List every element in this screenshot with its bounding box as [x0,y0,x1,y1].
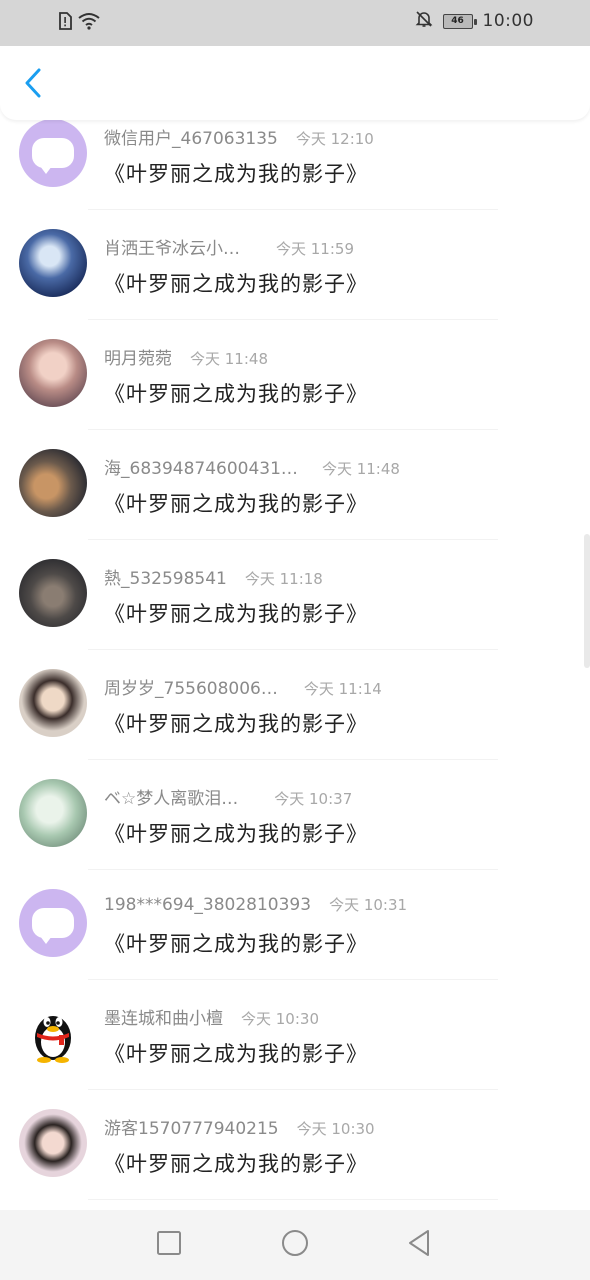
list-item[interactable]: 肖洒王爷冰云小… 今天 11:59 《叶罗丽之成为我的影子》 [0,210,590,320]
bell-off-icon [415,10,433,32]
status-left [58,12,100,34]
timestamp: 今天 12:10 [295,130,374,148]
comment-text: 《叶罗丽之成为我的影子》 [104,932,368,956]
comment-text: 《叶罗丽之成为我的影子》 [104,712,368,736]
comment-text: 《叶罗丽之成为我的影子》 [104,382,368,406]
comment-meta: 游客1570777940215 今天 10:30 [104,1114,375,1139]
list-item[interactable]: 海_68394874600431… 今天 11:48 《叶罗丽之成为我的影子》 [0,430,590,540]
back-icon [406,1229,432,1261]
user-name[interactable]: 198***694_3802810393 [104,895,311,915]
comment-text: 《叶罗丽之成为我的影子》 [104,162,368,186]
recent-apps-button[interactable] [154,1230,184,1260]
comment-list[interactable]: 微信用户_467063135 今天 12:10 《叶罗丽之成为我的影子》 肖洒王… [0,100,590,1210]
user-name[interactable]: 游客1570777940215 [104,1114,279,1139]
sim-alert-icon [58,12,72,34]
comment-meta: 明月菀菀 今天 11:48 [104,344,268,369]
user-name[interactable]: 熱_532598541 [104,564,227,589]
qq-penguin-avatar[interactable] [19,999,87,1067]
timestamp: 今天 10:31 [329,896,408,914]
comment-text: 《叶罗丽之成为我的影子》 [104,272,368,296]
status-right: 46 10:00 [415,10,535,32]
comment-text: 《叶罗丽之成为我的影子》 [104,1152,368,1176]
user-avatar[interactable] [19,229,87,297]
scrollbar[interactable] [584,534,590,668]
user-name[interactable]: 肖洒王爷冰云小… [104,234,240,259]
chat-bubble-icon [32,138,74,174]
chevron-left-icon [24,68,42,102]
battery-level: 46 [451,16,464,26]
comment-meta: 周岁岁_755608006… 今天 11:14 [104,674,382,699]
divider [88,1199,498,1200]
comment-meta: 肖洒王爷冰云小… 今天 11:59 [104,234,354,259]
comment-text: 《叶罗丽之成为我的影子》 [104,1042,368,1066]
user-avatar[interactable] [19,1109,87,1177]
user-avatar[interactable] [19,559,87,627]
list-item[interactable]: 游客1570777940215 今天 10:30 《叶罗丽之成为我的影子》 [0,1090,590,1200]
timestamp: 今天 10:30 [296,1120,375,1138]
status-bar: 46 10:00 [0,0,590,46]
comment-meta: 海_68394874600431… 今天 11:48 [104,454,400,479]
comment-text: 《叶罗丽之成为我的影子》 [104,492,368,516]
back-nav-button[interactable] [404,1230,434,1260]
user-name[interactable]: 明月菀菀 [104,344,172,369]
comment-text: 《叶罗丽之成为我的影子》 [104,822,368,846]
comment-meta: 198***694_3802810393 今天 10:31 [104,894,407,915]
navigation-bar [0,1210,590,1280]
comment-meta: 墨连城和曲小檀 今天 10:30 [104,1004,319,1029]
user-name[interactable]: 微信用户_467063135 [104,124,278,149]
user-avatar[interactable] [19,669,87,737]
comment-meta: 微信用户_467063135 今天 12:10 [104,124,374,149]
home-button[interactable] [280,1230,310,1260]
back-button[interactable] [18,68,48,102]
list-item[interactable]: 周岁岁_755608006… 今天 11:14 《叶罗丽之成为我的影子》 [0,650,590,760]
home-icon [281,1229,309,1261]
recent-apps-icon [156,1230,182,1260]
comment-text: 《叶罗丽之成为我的影子》 [104,602,368,626]
wechat-default-avatar[interactable] [19,119,87,187]
list-item[interactable]: 明月菀菀 今天 11:48 《叶罗丽之成为我的影子》 [0,320,590,430]
user-name[interactable]: ベ☆梦人离歌泪… [104,784,238,809]
qq-penguin-icon [35,1016,71,1063]
timestamp: 今天 11:59 [276,240,354,258]
comment-meta: 熱_532598541 今天 11:18 [104,564,323,589]
header [0,46,590,120]
comment-meta: ベ☆梦人离歌泪… 今天 10:37 [104,784,352,809]
timestamp: 今天 11:14 [303,680,382,698]
timestamp: 今天 10:30 [241,1010,319,1028]
user-name[interactable]: 墨连城和曲小檀 [104,1004,223,1029]
timestamp: 今天 11:18 [244,570,323,588]
list-item[interactable]: ベ☆梦人离歌泪… 今天 10:37 《叶罗丽之成为我的影子》 [0,760,590,870]
list-item[interactable]: 198***694_3802810393 今天 10:31 《叶罗丽之成为我的影… [0,870,590,980]
chat-bubble-icon [32,908,74,944]
battery-icon: 46 [442,13,477,29]
wechat-default-avatar[interactable] [19,889,87,957]
list-item[interactable]: 墨连城和曲小檀 今天 10:30 《叶罗丽之成为我的影子》 [0,980,590,1090]
user-avatar[interactable] [19,779,87,847]
user-avatar[interactable] [19,449,87,517]
wifi-icon [78,12,100,34]
user-avatar[interactable] [19,339,87,407]
clock: 10:00 [482,11,534,31]
timestamp: 今天 10:37 [274,790,353,808]
timestamp: 今天 11:48 [190,350,268,368]
user-name[interactable]: 周岁岁_755608006… [104,674,278,699]
user-name[interactable]: 海_68394874600431… [104,454,298,479]
timestamp: 今天 11:48 [321,460,400,478]
list-item[interactable]: 熱_532598541 今天 11:18 《叶罗丽之成为我的影子》 [0,540,590,650]
